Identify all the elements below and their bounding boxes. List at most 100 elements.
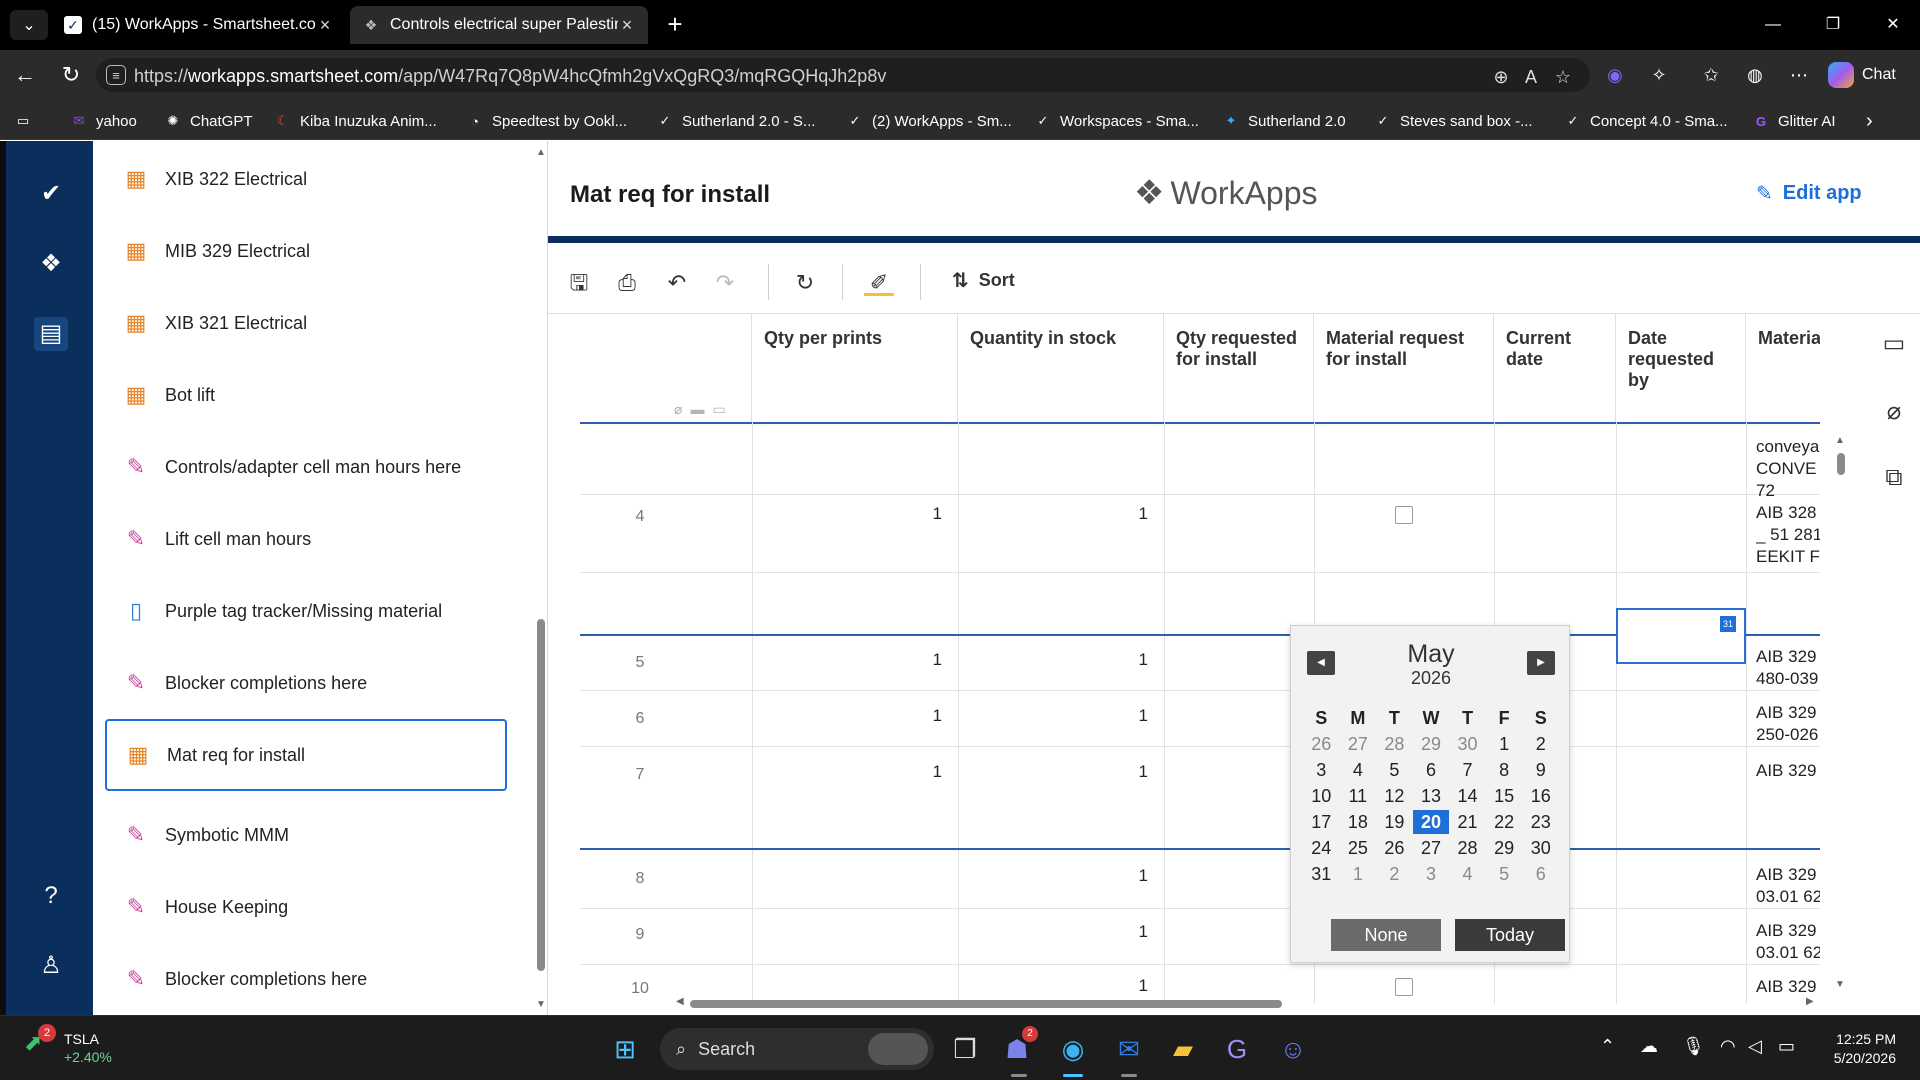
calendar-day[interactable]: 13 — [1413, 784, 1450, 808]
calendar-day[interactable]: 30 — [1449, 732, 1486, 756]
material-cell[interactable]: AIB 329 250-026 — [1756, 702, 1820, 746]
scroll-down-arrow-icon[interactable]: ▼ — [1835, 979, 1845, 990]
workapps-icon[interactable]: ❖ — [34, 247, 68, 281]
bookmark-workapps[interactable]: ✓ (2) WorkApps - Sm... — [846, 110, 1012, 132]
calendar-day[interactable]: 10 — [1303, 784, 1340, 808]
glitter-app-icon[interactable]: G — [1220, 1032, 1254, 1066]
calendar-day[interactable]: 1 — [1486, 732, 1523, 756]
qty-in-stock-cell[interactable]: 1 — [1108, 706, 1148, 726]
back-arrow-icon[interactable]: ← — [12, 62, 38, 88]
stock-widget[interactable]: ⬈ 2 TSLA +2.40% — [24, 1024, 112, 1066]
calendar-day[interactable]: 6 — [1413, 758, 1450, 782]
qty-per-prints-cell[interactable]: 1 — [902, 504, 942, 524]
minimize-icon[interactable]: — — [1750, 10, 1796, 40]
grid-vertical-scrollbar[interactable]: ▲ ▼ — [1834, 431, 1846, 991]
qty-per-prints-cell[interactable]: 1 — [902, 650, 942, 670]
calendar-day[interactable]: 5 — [1376, 758, 1413, 782]
scroll-left-arrow-icon[interactable]: ◀ — [676, 996, 684, 1007]
attachments-icon[interactable]: ⌀ — [1878, 396, 1910, 428]
calendar-day[interactable]: 17 — [1303, 810, 1340, 834]
calendar-day[interactable]: 21 — [1449, 810, 1486, 834]
calendar-day[interactable]: 3 — [1303, 758, 1340, 782]
calendar-day[interactable]: 22 — [1486, 810, 1523, 834]
calendar-day[interactable]: 28 — [1376, 732, 1413, 756]
outlook-icon[interactable]: ✉ — [1112, 1032, 1146, 1066]
wifi-icon[interactable]: ◠ — [1720, 1036, 1736, 1057]
print-icon[interactable]: ⎙ — [612, 268, 642, 298]
tab-groups-icon[interactable]: ▭ — [14, 110, 40, 132]
column-header-material[interactable]: Material L — [1746, 314, 1820, 422]
conversations-icon[interactable]: ▭ — [1878, 328, 1910, 360]
calendar-day[interactable]: 2 — [1522, 732, 1559, 756]
edge-browser-icon[interactable]: ◉ — [1056, 1032, 1090, 1066]
url-field[interactable]: ≡ https://workapps.smartsheet.com/app/W4… — [96, 58, 1590, 92]
bookmark-kiba[interactable]: ☾ Kiba Inuzuka Anim... — [274, 110, 437, 132]
grid-horizontal-scroll-thumb[interactable] — [690, 1000, 1282, 1008]
pages-icon[interactable]: ▤ — [34, 317, 68, 351]
calendar-day[interactable]: 25 — [1340, 836, 1377, 860]
calendar-day[interactable]: 29 — [1413, 732, 1450, 756]
material-cell[interactable]: AIB 329 480-039 — [1756, 646, 1820, 690]
material-cell[interactable]: AIB 328 _ 51 281 EEKIT F — [1756, 502, 1820, 568]
calendar-day[interactable]: 19 — [1376, 810, 1413, 834]
calendar-day[interactable]: 16 — [1522, 784, 1559, 808]
calendar-day[interactable]: 23 — [1522, 810, 1559, 834]
read-aloud-icon[interactable]: A — [1520, 66, 1542, 88]
task-view-icon[interactable]: ❐ — [948, 1032, 982, 1066]
calendar-day[interactable]: 4 — [1340, 758, 1377, 782]
calendar-day[interactable]: 26 — [1376, 836, 1413, 860]
bookmark-workspaces[interactable]: ✓ Workspaces - Sma... — [1034, 110, 1199, 132]
edit-app-button[interactable]: ✎ Edit app — [1756, 181, 1862, 206]
smartsheet-home-icon[interactable]: ✔ — [34, 177, 68, 211]
profile-avatar-icon[interactable]: ◍ — [1742, 62, 1768, 88]
calendar-day[interactable]: 20 — [1412, 810, 1450, 834]
sidebar-item-symbotic-mmm[interactable]: ✎ Symbotic MMM — [105, 801, 507, 869]
sidebar-item-house-keeping[interactable]: ✎ House Keeping — [105, 873, 507, 941]
qty-per-prints-cell[interactable]: 1 — [902, 762, 942, 782]
account-user-icon[interactable]: ♙ — [34, 949, 68, 983]
calendar-day[interactable]: 15 — [1486, 784, 1523, 808]
onedrive-icon[interactable]: ☁ — [1640, 1036, 1658, 1057]
sidebar-scroll-thumb[interactable] — [537, 619, 545, 971]
sidebar-item-blocker-completions[interactable]: ✎ Blocker completions here — [105, 649, 507, 717]
next-month-icon[interactable]: ▶ — [1527, 651, 1555, 675]
calendar-day[interactable]: 12 — [1376, 784, 1413, 808]
favorite-star-icon[interactable]: ☆ — [1552, 66, 1574, 88]
discord-icon[interactable]: ☺ — [1276, 1032, 1310, 1066]
maximize-icon[interactable]: ❐ — [1810, 10, 1856, 40]
calendar-none-button[interactable]: None — [1331, 919, 1441, 951]
favorites-icon[interactable]: ✩ — [1698, 62, 1724, 88]
tab-workapps[interactable]: ✓ (15) WorkApps - Smartsheet.com × — [52, 6, 346, 44]
calendar-day[interactable]: 31 — [1303, 862, 1340, 886]
calendar-day[interactable]: 30 — [1522, 836, 1559, 860]
scroll-up-arrow-icon[interactable]: ▲ — [1835, 435, 1845, 446]
tab-close-icon[interactable]: × — [618, 15, 636, 36]
bookmark-sutherland-s[interactable]: ✓ Sutherland 2.0 - S... — [656, 110, 816, 132]
calendar-day[interactable]: 14 — [1449, 784, 1486, 808]
calendar-day[interactable]: 1 — [1340, 862, 1377, 886]
material-cell[interactable]: AIB 329 — [1756, 976, 1820, 998]
sidebar-item-bot-lift[interactable]: ▦ Bot lift — [105, 361, 507, 429]
save-icon[interactable]: 🖫 — [564, 268, 594, 298]
scroll-right-arrow-icon[interactable]: ▶ — [1806, 996, 1814, 1007]
proofs-icon[interactable]: ⧉ — [1878, 462, 1910, 494]
calendar-day[interactable]: 11 — [1340, 784, 1377, 808]
calendar-day[interactable]: 9 — [1522, 758, 1559, 782]
tab-actions-chevron-icon[interactable]: ⌄ — [10, 10, 48, 40]
bookmark-steves-sandbox[interactable]: ✓ Steves sand box -... — [1374, 110, 1533, 132]
column-header-qty-per-prints[interactable]: Qty per prints — [752, 314, 958, 422]
column-header-material-request[interactable]: Material request for install — [1314, 314, 1494, 422]
sidebar-scrollbar[interactable]: ▲ ▼ — [533, 141, 547, 1015]
qty-in-stock-cell[interactable]: 1 — [1108, 504, 1148, 524]
bookmarks-more-chevron-icon[interactable]: › — [1866, 110, 1873, 132]
calendar-day[interactable]: 6 — [1522, 862, 1559, 886]
tab-controls-electrical[interactable]: ❖ Controls electrical super Palestine × — [350, 6, 648, 44]
refresh-grid-icon[interactable]: ↻ — [790, 268, 820, 298]
grid-vertical-scroll-thumb[interactable] — [1837, 453, 1845, 475]
calendar-day[interactable]: 5 — [1486, 862, 1523, 886]
material-request-checkbox[interactable] — [1395, 506, 1413, 524]
date-requested-by-cell-selected[interactable]: 31 — [1616, 608, 1746, 664]
calendar-day[interactable]: 2 — [1376, 862, 1413, 886]
battery-icon[interactable]: ▭ — [1778, 1036, 1795, 1057]
taskbar-search[interactable]: ⌕ Search — [660, 1028, 934, 1070]
